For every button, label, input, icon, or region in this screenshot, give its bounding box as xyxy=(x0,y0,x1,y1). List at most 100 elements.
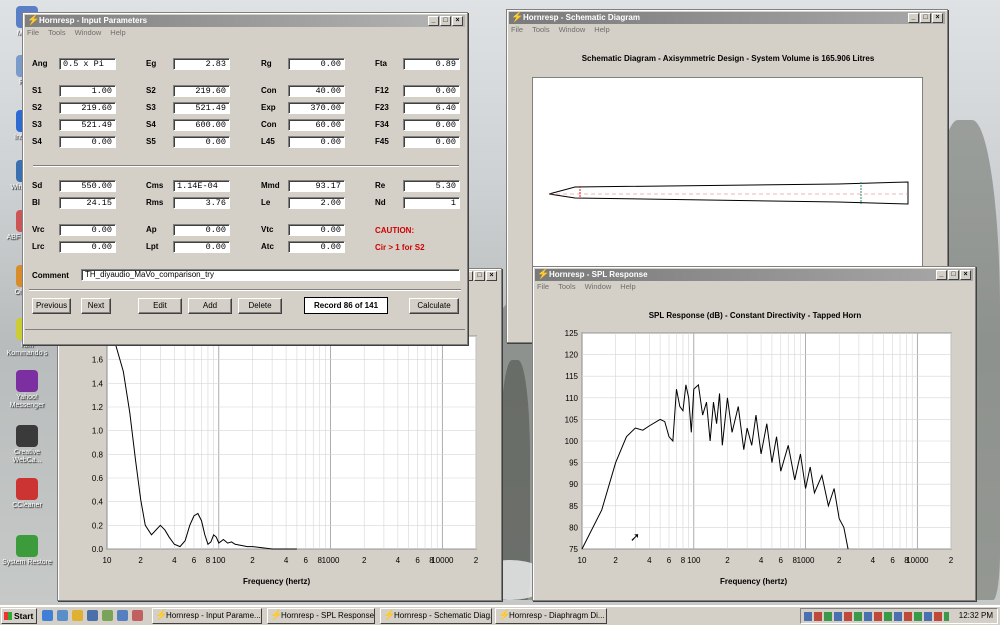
previous-button[interactable]: Previous xyxy=(32,298,71,314)
param-field[interactable]: 0.00 xyxy=(173,224,230,236)
param-field[interactable]: 550.00 xyxy=(59,180,116,192)
app2-quicklaunch-icon[interactable] xyxy=(117,610,128,621)
param-field[interactable]: 1.00 xyxy=(59,85,116,97)
start-button[interactable]: Start xyxy=(1,608,37,624)
desktop-icon[interactable]: System Restore xyxy=(2,535,52,567)
param-field[interactable]: 24.15 xyxy=(59,197,116,209)
hornresp-logo-icon: ⚡ xyxy=(270,610,283,621)
param-field[interactable]: 5.30 xyxy=(403,180,460,192)
param-field[interactable]: 0.00 xyxy=(403,119,460,131)
schematic-title-bar[interactable]: ⚡ Hornresp - Schematic Diagram _ □ × xyxy=(509,12,945,24)
x-tick-label: 10000 xyxy=(431,556,454,565)
task-button[interactable]: ⚡ Hornresp - SPL Response xyxy=(267,608,375,624)
explorer-quicklaunch-icon[interactable] xyxy=(72,610,83,621)
param-field[interactable]: 40.00 xyxy=(288,85,345,97)
param-field[interactable]: 219.60 xyxy=(59,102,116,114)
menu-item-help[interactable]: Help xyxy=(594,25,609,35)
hornresp-logo-icon: ⚡ xyxy=(27,15,40,26)
y-tick-label: 0.2 xyxy=(92,521,104,530)
task-label: Hornresp - SPL Response xyxy=(281,611,375,620)
calculate-button[interactable]: Calculate xyxy=(409,298,459,314)
input-title-bar[interactable]: ⚡ Hornresp - Input Parameters _ □ × xyxy=(25,15,465,27)
task-button[interactable]: ⚡ Hornresp - Input Parame... xyxy=(152,608,262,624)
param-field[interactable]: 0.00 xyxy=(59,224,116,236)
show-desktop-icon[interactable] xyxy=(57,610,68,621)
param-field[interactable]: 0.89 xyxy=(403,58,460,70)
param-field[interactable]: 60.00 xyxy=(288,119,345,131)
maximize-button[interactable]: □ xyxy=(920,13,931,23)
param-field[interactable]: 521.49 xyxy=(59,119,116,131)
mouse-cursor-icon: ➚ xyxy=(630,530,641,544)
next-button[interactable]: Next xyxy=(81,298,111,314)
media-quicklaunch-icon[interactable] xyxy=(87,610,98,621)
param-field[interactable]: 0.00 xyxy=(288,58,345,70)
param-field[interactable]: 93.17 xyxy=(288,180,345,192)
param-field[interactable]: 3.76 xyxy=(173,197,230,209)
param-field[interactable]: 0.00 xyxy=(173,136,230,148)
param-field[interactable]: 521.49 xyxy=(173,102,230,114)
desktop-icon[interactable]: Yahoo! Messenger xyxy=(2,370,52,410)
minimize-button[interactable]: _ xyxy=(908,13,919,23)
menu-item-window[interactable]: Window xyxy=(75,28,102,38)
menu-item-tools[interactable]: Tools xyxy=(48,28,66,38)
param-label: Lpt xyxy=(146,242,159,251)
y-tick-label: 120 xyxy=(565,351,579,360)
desktop-icon[interactable]: Creative WebCa... xyxy=(2,425,52,465)
param-field[interactable]: 2.83 xyxy=(173,58,230,70)
param-field[interactable]: 370.00 xyxy=(288,102,345,114)
param-field[interactable]: 6.40 xyxy=(403,102,460,114)
app-quicklaunch-icon[interactable] xyxy=(102,610,113,621)
param-field[interactable]: 0.00 xyxy=(59,136,116,148)
param-field[interactable]: 1 xyxy=(403,197,460,209)
menu-item-tools[interactable]: Tools xyxy=(532,25,550,35)
y-tick-label: 110 xyxy=(565,394,578,403)
status-bar xyxy=(25,329,465,342)
app3-quicklaunch-icon[interactable] xyxy=(132,610,143,621)
add-button[interactable]: Add xyxy=(188,298,232,314)
edit-button[interactable]: Edit xyxy=(138,298,182,314)
param-field[interactable]: 0.00 xyxy=(288,136,345,148)
delete-button[interactable]: Delete xyxy=(238,298,282,314)
menu-item-file[interactable]: File xyxy=(27,28,39,38)
param-field[interactable]: 0.00 xyxy=(288,224,345,236)
input-parameters-window[interactable]: ⚡ Hornresp - Input Parameters _ □ × File… xyxy=(22,12,468,345)
tray-icons xyxy=(804,612,949,621)
x-tick-label: 2 xyxy=(138,556,143,565)
param-label: Nd xyxy=(375,198,386,207)
param-field[interactable]: 0.00 xyxy=(59,241,116,253)
param-field[interactable]: 0.00 xyxy=(403,136,460,148)
param-label: Con xyxy=(261,86,277,95)
comment-field[interactable]: TH_diyaudio_MaVo_comparison_try xyxy=(81,269,460,281)
param-field[interactable]: 0.00 xyxy=(288,241,345,253)
close-button[interactable]: × xyxy=(932,13,943,23)
spl-chart: 758085909510010511011512012510 2 4 6 8 100 2 4 6… xyxy=(565,329,954,565)
clock: 12:32 PM xyxy=(958,611,993,620)
hornresp-logo-icon: ⚡ xyxy=(155,610,168,621)
desktop-icon[interactable]: CCleaner xyxy=(2,478,52,510)
param-field[interactable]: 0.00 xyxy=(403,85,460,97)
task-button[interactable]: ⚡ Hornresp - Schematic Diag... xyxy=(380,608,492,624)
param-field[interactable]: 1.14E-04 xyxy=(173,180,230,192)
minimize-button[interactable]: _ xyxy=(428,16,439,26)
param-field[interactable]: 219.60 xyxy=(173,85,230,97)
maximize-button[interactable]: □ xyxy=(440,16,451,26)
menu-item-help[interactable]: Help xyxy=(110,28,125,38)
param-field[interactable]: 2.00 xyxy=(288,197,345,209)
param-field[interactable]: 0.5 x Pi xyxy=(59,58,116,70)
x-tick-label: 6 xyxy=(304,556,309,565)
menu-item-window[interactable]: Window xyxy=(559,25,586,35)
task-label: Hornresp - Schematic Diag... xyxy=(394,611,492,620)
close-button[interactable]: × xyxy=(452,16,463,26)
horn-schematic xyxy=(548,181,909,205)
spl-response-window[interactable]: ⚡ Hornresp - SPL Response _ □ × File Tool… xyxy=(532,266,976,601)
x-tick-label: 4 xyxy=(396,556,401,565)
task-label: Hornresp - Diaphragm Di... xyxy=(509,611,605,620)
plot-area: 758085909510010511011512012510 2 4 6 8 100 2 4 6… xyxy=(565,329,954,565)
param-field[interactable]: 0.00 xyxy=(173,241,230,253)
menu-item-file[interactable]: File xyxy=(511,25,523,35)
desktop-icon-label: Yahoo! Messenger xyxy=(9,394,45,409)
ie-quicklaunch-icon[interactable] xyxy=(42,610,53,621)
y-tick-label: 80 xyxy=(569,523,578,532)
param-field[interactable]: 600.00 xyxy=(173,119,230,131)
task-button[interactable]: ⚡ Hornresp - Diaphragm Di... xyxy=(495,608,607,624)
